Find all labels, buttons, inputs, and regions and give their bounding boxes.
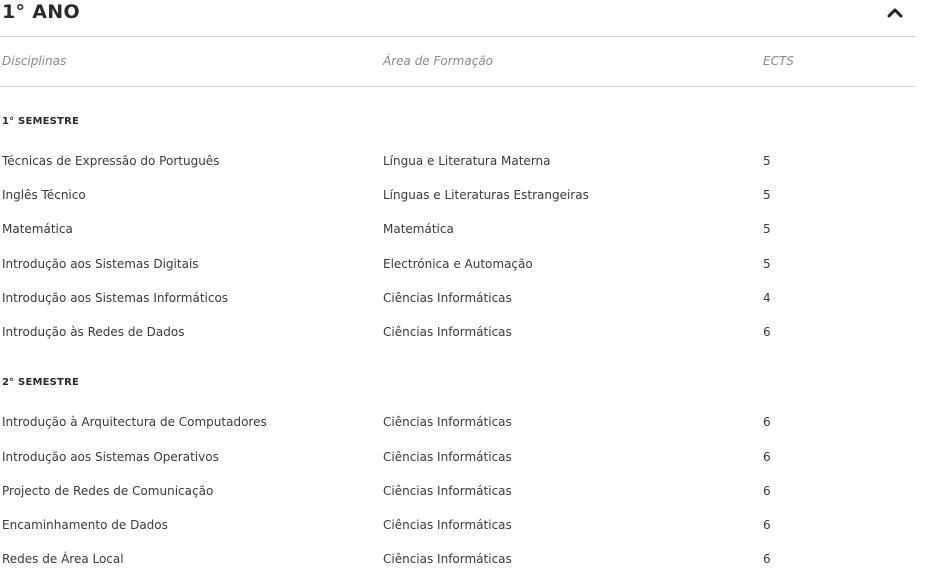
table-row: Redes de Área Local Ciências Informática…: [0, 551, 916, 573]
year-title: 1° ANO: [2, 1, 80, 23]
discipline-cell: Introdução aos Sistemas Operativos: [2, 450, 219, 464]
discipline-cell: Introdução às Redes de Dados: [2, 325, 185, 339]
discipline-cell: Projecto de Redes de Comunicação: [2, 484, 214, 498]
chevron-up-icon[interactable]: [886, 5, 904, 19]
table-row: Introdução às Redes de Dados Ciências In…: [0, 324, 916, 346]
ects-cell: 6: [763, 325, 771, 339]
area-cell: Ciências Informáticas: [383, 325, 512, 339]
discipline-cell: Encaminhamento de Dados: [2, 518, 168, 532]
table-row: Inglês Técnico Línguas e Literaturas Est…: [0, 187, 916, 209]
area-cell: Ciências Informáticas: [383, 518, 512, 532]
header-ects: ECTS: [763, 54, 794, 68]
table-header: Disciplinas Área de Formação ECTS: [0, 37, 916, 87]
semester-title: 1° SEMESTRE: [2, 116, 80, 127]
area-cell: Electrónica e Automação: [383, 257, 533, 271]
area-cell: Ciências Informáticas: [383, 484, 512, 498]
ects-cell: 6: [763, 518, 771, 532]
discipline-cell: Redes de Área Local: [2, 552, 124, 566]
area-cell: Ciências Informáticas: [383, 552, 512, 566]
ects-cell: 6: [763, 552, 771, 566]
table-row: Introdução aos Sistemas Operativos Ciênc…: [0, 449, 916, 471]
area-cell: Matemática: [383, 222, 454, 236]
table-row: Introdução à Arquitectura de Computadore…: [0, 414, 916, 436]
year-accordion-header[interactable]: 1° ANO: [0, 0, 916, 37]
discipline-cell: Introdução aos Sistemas Digitais: [2, 257, 199, 271]
ects-cell: 6: [763, 484, 771, 498]
table-row: Introdução aos Sistemas Digitais Electró…: [0, 256, 916, 278]
header-disciplinas: Disciplinas: [2, 54, 67, 68]
discipline-cell: Introdução à Arquitectura de Computadore…: [2, 415, 267, 429]
area-cell: Língua e Literatura Materna: [383, 154, 551, 168]
table-row: Encaminhamento de Dados Ciências Informá…: [0, 517, 916, 539]
curriculum-panel: 1° ANO Disciplinas Área de Formação ECTS…: [0, 0, 928, 575]
discipline-cell: Matemática: [2, 222, 73, 236]
discipline-cell: Inglês Técnico: [2, 188, 86, 202]
discipline-cell: Introdução aos Sistemas Informáticos: [2, 291, 229, 305]
table-row: Introdução aos Sistemas Informáticos Ciê…: [0, 290, 916, 312]
semester-title: 2° SEMESTRE: [2, 377, 80, 388]
table-row: Projecto de Redes de Comunicação Ciência…: [0, 483, 916, 505]
table-row: Matemática Matemática 5: [0, 221, 916, 243]
ects-cell: 6: [763, 450, 771, 464]
ects-cell: 5: [763, 257, 771, 271]
ects-cell: 4: [763, 291, 771, 305]
ects-cell: 5: [763, 188, 771, 202]
table-row: Técnicas de Expressão do Português Língu…: [0, 153, 916, 175]
header-area-formacao: Área de Formação: [383, 54, 494, 68]
area-cell: Ciências Informáticas: [383, 291, 512, 305]
ects-cell: 5: [763, 222, 771, 236]
ects-cell: 6: [763, 415, 771, 429]
area-cell: Ciências Informáticas: [383, 415, 512, 429]
area-cell: Ciências Informáticas: [383, 450, 512, 464]
ects-cell: 5: [763, 154, 771, 168]
discipline-cell: Técnicas de Expressão do Português: [2, 154, 220, 168]
area-cell: Línguas e Literaturas Estrangeiras: [383, 188, 589, 202]
